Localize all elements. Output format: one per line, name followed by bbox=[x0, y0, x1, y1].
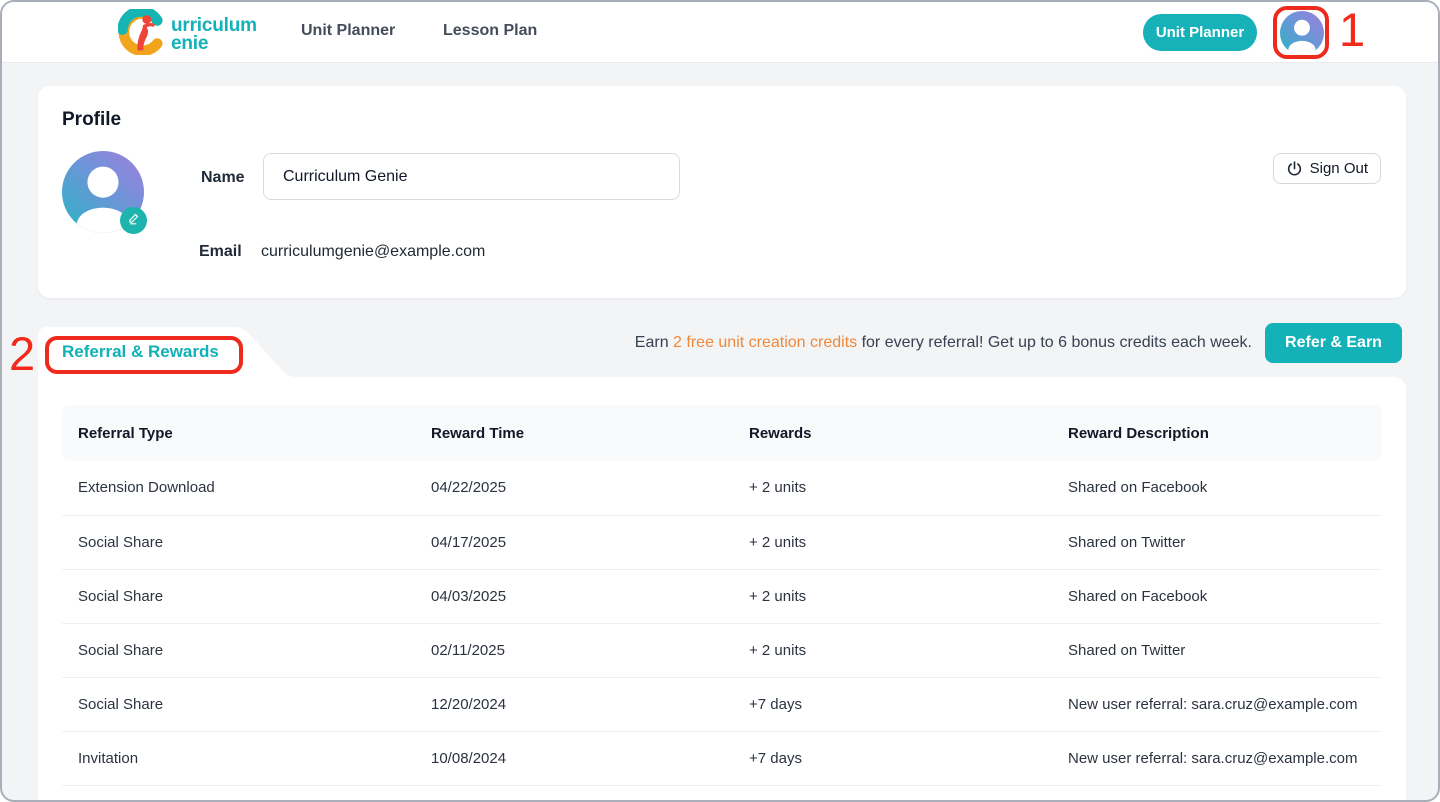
table-row: Social Share 12/20/2024 +7 days New user… bbox=[62, 677, 1382, 731]
cell-referral-type: Invitation bbox=[62, 731, 415, 785]
app-window: urriculum enie Unit Planner Lesson Plan … bbox=[0, 0, 1440, 802]
cell-reward-time: 12/20/2024 bbox=[415, 677, 733, 731]
column-header-referral-type: Referral Type bbox=[62, 405, 415, 461]
cell-reward-time: 04/03/2025 bbox=[415, 569, 733, 623]
cell-reward-description: New user referral: sara.cruz@example.com bbox=[1052, 677, 1382, 731]
cell-rewards: +7 days bbox=[733, 731, 1052, 785]
nav-item-lesson-plan[interactable]: Lesson Plan bbox=[443, 22, 537, 40]
top-nav-bar: urriculum enie Unit Planner Lesson Plan … bbox=[2, 2, 1438, 63]
table-row: Social Share 04/17/2025 + 2 units Shared… bbox=[62, 515, 1382, 569]
page-title: Profile bbox=[62, 109, 121, 131]
cell-referral-type: Extension Download bbox=[62, 461, 415, 515]
email-label: Email bbox=[199, 243, 242, 261]
tab-referral-rewards-label: Referral & Rewards bbox=[62, 327, 219, 377]
cell-referral-type: Social Share bbox=[62, 569, 415, 623]
nav-item-unit-planner[interactable]: Unit Planner bbox=[301, 22, 395, 40]
sign-out-label: Sign Out bbox=[1310, 160, 1368, 177]
column-header-reward-time: Reward Time bbox=[415, 405, 733, 461]
table-header-row: Referral Type Reward Time Rewards Reward… bbox=[62, 405, 1382, 461]
logo-mark-icon bbox=[118, 9, 164, 60]
referral-promo-row: Earn 2 free unit creation credits for ev… bbox=[635, 320, 1402, 366]
annotation-number-2: 2 bbox=[9, 329, 35, 379]
profile-card: Profile Name Email curriculumgenie@e bbox=[38, 86, 1406, 298]
brand-logo[interactable]: urriculum enie bbox=[118, 9, 257, 60]
unit-planner-button[interactable]: Unit Planner bbox=[1143, 14, 1257, 51]
cell-referral-type: Social Share bbox=[62, 515, 415, 569]
cell-rewards: + 2 units bbox=[733, 461, 1052, 515]
promo-highlight: 2 free unit creation credits bbox=[673, 334, 857, 351]
cell-reward-description: Shared on Facebook bbox=[1052, 569, 1382, 623]
brand-name: urriculum enie bbox=[171, 17, 257, 53]
table-row: Social Share 04/03/2025 + 2 units Shared… bbox=[62, 569, 1382, 623]
edit-pencil-icon bbox=[127, 211, 141, 230]
power-icon bbox=[1286, 160, 1303, 177]
email-value: curriculumgenie@example.com bbox=[261, 243, 485, 261]
cell-referral-type: Social Share bbox=[62, 623, 415, 677]
cell-reward-description: Shared on Facebook bbox=[1052, 461, 1382, 515]
cell-reward-time: 04/17/2025 bbox=[415, 515, 733, 569]
sign-out-button[interactable]: Sign Out bbox=[1273, 153, 1381, 184]
cell-rewards: + 2 units bbox=[733, 569, 1052, 623]
cell-rewards: + 2 units bbox=[733, 623, 1052, 677]
cell-reward-time: 04/22/2025 bbox=[415, 461, 733, 515]
cell-rewards: + 2 units bbox=[733, 515, 1052, 569]
profile-avatar bbox=[62, 151, 144, 233]
refer-earn-button[interactable]: Refer & Earn bbox=[1265, 323, 1402, 363]
rewards-panel: Referral Type Reward Time Rewards Reward… bbox=[38, 377, 1406, 802]
cell-reward-description: Shared on Twitter bbox=[1052, 515, 1382, 569]
referral-promo-text: Earn 2 free unit creation credits for ev… bbox=[635, 334, 1252, 352]
cell-reward-time: 02/11/2025 bbox=[415, 623, 733, 677]
cell-reward-description: Shared on Twitter bbox=[1052, 623, 1382, 677]
rewards-table: Referral Type Reward Time Rewards Reward… bbox=[62, 405, 1382, 786]
table-row: Social Share 02/11/2025 + 2 units Shared… bbox=[62, 623, 1382, 677]
cell-referral-type: Social Share bbox=[62, 677, 415, 731]
cell-reward-description: New user referral: sara.cruz@example.com bbox=[1052, 731, 1382, 785]
tab-referral-rewards[interactable]: Referral & Rewards bbox=[38, 327, 300, 377]
cell-rewards: +7 days bbox=[733, 677, 1052, 731]
column-header-reward-description: Reward Description bbox=[1052, 405, 1382, 461]
name-label: Name bbox=[201, 169, 245, 187]
table-row: Extension Download 04/22/2025 + 2 units … bbox=[62, 461, 1382, 515]
rewards-table-body: Extension Download 04/22/2025 + 2 units … bbox=[62, 461, 1382, 785]
cell-reward-time: 10/08/2024 bbox=[415, 731, 733, 785]
user-avatar-icon[interactable] bbox=[1280, 11, 1324, 55]
name-input[interactable] bbox=[263, 153, 680, 200]
table-row: Invitation 10/08/2024 +7 days New user r… bbox=[62, 731, 1382, 785]
edit-avatar-button[interactable] bbox=[120, 207, 147, 234]
column-header-rewards: Rewards bbox=[733, 405, 1052, 461]
annotation-number-1: 1 bbox=[1339, 5, 1365, 55]
